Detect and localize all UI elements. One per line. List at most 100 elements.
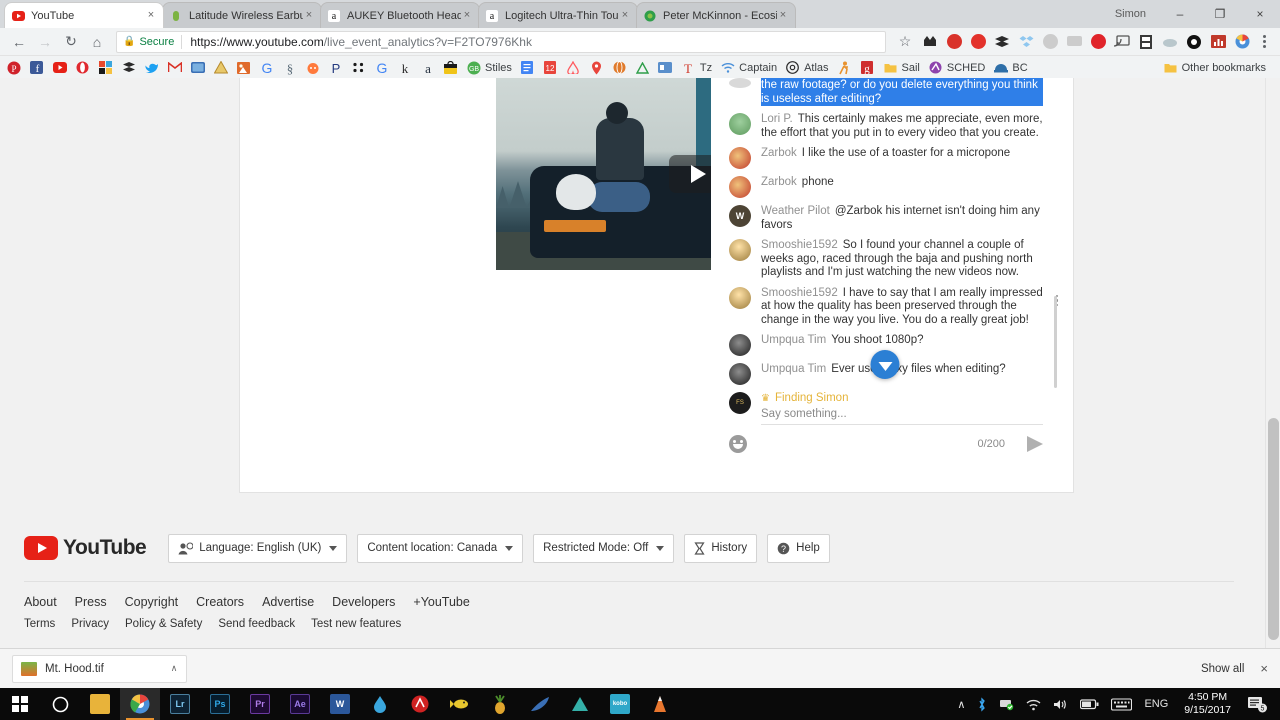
- hootsuite-icon[interactable]: [918, 30, 942, 54]
- bookmark-atlas[interactable]: Atlas: [785, 60, 829, 75]
- chat-scrollbar[interactable]: [1054, 296, 1057, 388]
- cloud-icon[interactable]: [1158, 30, 1182, 54]
- filmstrip-icon[interactable]: [1134, 30, 1158, 54]
- taskbar-item-vlc[interactable]: [640, 688, 680, 720]
- bookmark-amazon[interactable]: a: [420, 60, 435, 75]
- wifi-icon[interactable]: [1026, 698, 1041, 711]
- footer-link-developers[interactable]: Developers: [332, 595, 395, 609]
- chevron-up-icon[interactable]: ∧: [166, 663, 182, 674]
- bookmark-youtube[interactable]: [52, 60, 67, 75]
- profile-name[interactable]: Simon: [1115, 8, 1146, 20]
- bookmark-sail[interactable]: Sail: [883, 60, 920, 75]
- taskbar-item-kobo[interactable]: kobo: [600, 688, 640, 720]
- bookmark-card[interactable]: [658, 60, 673, 75]
- taskbar-item-photoshop[interactable]: Ps: [200, 688, 240, 720]
- help-button[interactable]: ? Help: [767, 533, 830, 563]
- reload-button[interactable]: ↻: [58, 30, 84, 54]
- bookmark-runner[interactable]: [837, 60, 852, 75]
- browser-tab-1[interactable]: Latitude Wireless Earbuds ×: [162, 2, 322, 28]
- bookmark-sched[interactable]: SCHED: [928, 60, 985, 75]
- taskbar-item-word[interactable]: W: [320, 688, 360, 720]
- bookmark-reddit[interactable]: [305, 60, 320, 75]
- taskbar-item-after-effects[interactable]: Ae: [280, 688, 320, 720]
- notification-icon[interactable]: 5: [1247, 696, 1268, 713]
- keyboard-icon[interactable]: [1111, 697, 1133, 711]
- address-bar[interactable]: 🔒 Secure https://www.youtube.com/live_ev…: [116, 30, 886, 53]
- bookmark-evernote[interactable]: [190, 60, 205, 75]
- bookmark-opera[interactable]: [75, 60, 90, 75]
- pinterest-icon[interactable]: [1086, 30, 1110, 54]
- analytics-icon[interactable]: [1206, 30, 1230, 54]
- notes-icon[interactable]: [1062, 30, 1086, 54]
- browser-tab-0[interactable]: YouTube ×: [4, 2, 164, 28]
- page-scrollbar[interactable]: [1265, 78, 1280, 688]
- circle-icon[interactable]: [1182, 30, 1206, 54]
- pocket-icon[interactable]: [1038, 30, 1062, 54]
- history-button[interactable]: History: [684, 533, 758, 563]
- bookmark-buffer[interactable]: [121, 60, 136, 75]
- bookmark-globe[interactable]: [612, 60, 627, 75]
- tab-close-button[interactable]: ×: [145, 10, 157, 21]
- tab-close-button[interactable]: ×: [303, 10, 315, 21]
- bookmark-scribd[interactable]: §: [282, 60, 297, 75]
- scrollbar-thumb[interactable]: [1268, 418, 1279, 640]
- footer-link-send-feedback[interactable]: Send feedback: [218, 618, 295, 630]
- cortana-search-button[interactable]: [40, 688, 80, 720]
- tab-close-button[interactable]: ×: [619, 10, 631, 21]
- chat-message[interactable]: Zarbok I like the use of a toaster for a …: [711, 143, 1059, 172]
- chat-message[interactable]: Smooshie1592 I have to say that I am real…: [711, 283, 1059, 331]
- bookmark-calendar[interactable]: 12: [543, 60, 558, 75]
- cast-icon[interactable]: [1110, 30, 1134, 54]
- language-selector[interactable]: Language: English (UK): [168, 533, 348, 563]
- tab-close-button[interactable]: ×: [777, 10, 789, 21]
- taskbar-item-chrome[interactable]: [120, 688, 160, 720]
- show-all-downloads-button[interactable]: Show all: [1201, 663, 1244, 675]
- bookmark-pinterest[interactable]: P: [6, 60, 21, 75]
- browser-tab-4[interactable]: Peter McKinnon - Ecosia ×: [636, 2, 796, 28]
- chat-message[interactable]: the raw footage? or do you delete everyt…: [711, 78, 1059, 109]
- bookmark-tz[interactable]: T Tz: [681, 60, 712, 75]
- tab-close-button[interactable]: ×: [461, 10, 473, 21]
- footer-link-about[interactable]: About: [24, 595, 57, 609]
- bookmark-facebook[interactable]: f: [29, 60, 44, 75]
- send-icon[interactable]: [1027, 436, 1043, 452]
- browser-tab-2[interactable]: a AUKEY Bluetooth Headph ×: [320, 2, 480, 28]
- adblock-icon[interactable]: [942, 30, 966, 54]
- chat-message[interactable]: Smooshie1592 So I found your channel a co…: [711, 235, 1059, 283]
- bookmark-docs[interactable]: [520, 60, 535, 75]
- bluetooth-icon[interactable]: [977, 696, 987, 712]
- new-tab-button[interactable]: [800, 5, 826, 27]
- bookmark-goodreads[interactable]: g: [860, 60, 875, 75]
- close-window-button[interactable]: ×: [1240, 0, 1280, 28]
- download-item[interactable]: Mt. Hood.tif ∧: [12, 654, 187, 683]
- minimize-button[interactable]: –: [1160, 0, 1200, 28]
- browser-tab-3[interactable]: a Logitech Ultra-Thin Touc ×: [478, 2, 638, 28]
- bookmark-twitter[interactable]: [144, 60, 159, 75]
- bookmark-maps[interactable]: [589, 60, 604, 75]
- footer-link-creators[interactable]: Creators: [196, 595, 244, 609]
- network-icon[interactable]: [999, 697, 1014, 711]
- chrome-menu-icon[interactable]: [1254, 35, 1274, 48]
- dropbox-icon[interactable]: [1014, 30, 1038, 54]
- youtube-logo[interactable]: YouTube: [24, 536, 147, 560]
- clock[interactable]: 4:50 PM 9/15/2017: [1184, 691, 1231, 717]
- chat-message[interactable]: Weather Pilotenhance... enhance... enhan…: [711, 388, 1059, 390]
- footer-link-plus-youtube[interactable]: +YouTube: [413, 595, 469, 609]
- chat-message-list[interactable]: the raw footage? or do you delete everyt…: [711, 78, 1059, 390]
- close-download-bar-button[interactable]: ×: [1260, 661, 1268, 676]
- back-button[interactable]: ←: [6, 30, 32, 54]
- taskbar-item-file-explorer[interactable]: [80, 688, 120, 720]
- buffer-icon[interactable]: [990, 30, 1014, 54]
- bookmark-google[interactable]: G: [259, 60, 274, 75]
- bookmark-kickstarter[interactable]: k: [397, 60, 412, 75]
- battery-icon[interactable]: [1080, 698, 1099, 710]
- tray-expand-chevron-icon[interactable]: ∧: [957, 698, 965, 711]
- bookmark-pizza[interactable]: [213, 60, 228, 75]
- footer-link-policy-safety[interactable]: Policy & Safety: [125, 618, 202, 630]
- bookmark-bc[interactable]: BC: [993, 60, 1028, 75]
- bookmark-stiles[interactable]: GB Stiles: [466, 60, 512, 75]
- content-location-selector[interactable]: Content location: Canada: [357, 533, 524, 563]
- restricted-mode-selector[interactable]: Restricted Mode: Off: [533, 533, 675, 563]
- taskbar-item-premiere[interactable]: Pr: [240, 688, 280, 720]
- bookmark-windows[interactable]: [98, 60, 113, 75]
